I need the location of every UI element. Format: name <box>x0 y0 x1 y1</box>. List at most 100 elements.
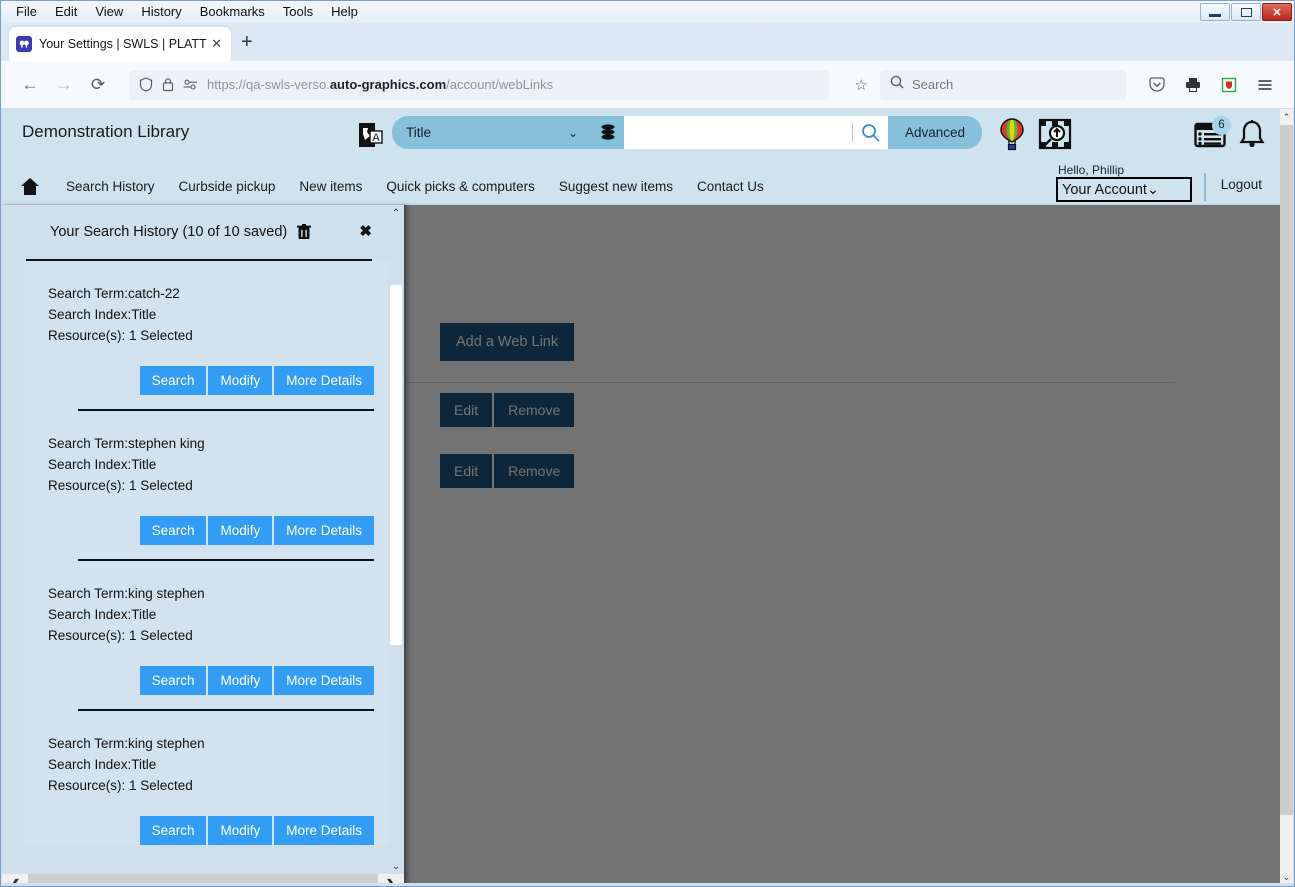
search-history-header: Your Search History (10 of 10 saved) <box>10 205 388 259</box>
scroll-up-icon[interactable]: ⌃ <box>388 205 404 221</box>
menu-history-label: History <box>141 4 182 19</box>
browser-window: File Edit View History Bookmarks Tools H… <box>0 0 1295 887</box>
modify-button[interactable]: Modify <box>208 666 273 695</box>
modify-button[interactable]: Modify <box>208 366 273 395</box>
browser-search-bar[interactable]: Search <box>880 69 1126 100</box>
item-actions: Search Modify More Details <box>48 516 388 545</box>
header-icon-group: 6 <box>992 115 1280 156</box>
sidebar-item-contact-us[interactable]: Contact Us <box>685 179 776 194</box>
minimize-icon <box>1209 13 1221 17</box>
list-icon[interactable]: 6 <box>1188 115 1232 153</box>
page-scroll-thumb[interactable] <box>1280 125 1293 815</box>
database-icon[interactable] <box>592 116 624 149</box>
panel-vertical-scrollbar[interactable]: ⌃ ⌄ <box>388 205 404 874</box>
search-button[interactable]: Search <box>139 366 207 395</box>
search-history-scroll-area: Your Search History (10 of 10 saved) ✖ S… <box>10 205 388 874</box>
list-badge: 6 <box>1212 115 1231 135</box>
url-path: /account/webLinks <box>446 77 554 92</box>
search-index: Search Index:Title <box>48 757 157 772</box>
menu-edit-label: Edit <box>54 4 78 19</box>
ghost-artifact <box>236 23 1294 61</box>
search-term: Search Term:king stephen <box>48 586 205 601</box>
navigation-toolbar: ← → ⟳ https://qa-swls-verso.auto-graphic… <box>1 61 1294 109</box>
extension-icon[interactable] <box>1212 70 1246 100</box>
bookmark-star-icon[interactable]: ☆ <box>849 76 874 94</box>
more-details-button[interactable]: More Details <box>274 516 374 545</box>
scroll-down-icon[interactable]: ⌄ <box>388 858 404 874</box>
page-scroll-up-icon[interactable]: ⌃ <box>1280 109 1293 125</box>
menu-bookmarks[interactable]: Bookmarks <box>191 2 274 22</box>
menu-help[interactable]: Help <box>322 2 367 22</box>
site-nav: Search History Curbside pickup New items… <box>2 163 1280 205</box>
translate-icon[interactable]: A <box>359 122 383 153</box>
forward-button[interactable]: → <box>47 70 81 100</box>
url-text: https://qa-swls-verso.auto-graphics.com/… <box>207 77 553 92</box>
tab-title: Your Settings | SWLS | PLATT | A <box>39 37 209 51</box>
back-button[interactable]: ← <box>13 70 47 100</box>
menu-icon[interactable] <box>1248 70 1282 100</box>
media-search-icon[interactable] <box>1032 117 1078 156</box>
print-icon[interactable] <box>1176 70 1210 100</box>
pocket-icon[interactable] <box>1140 70 1174 100</box>
tab-title-text: Your Settings | SWLS | PLATT | <box>39 37 210 51</box>
window-controls: ✕ <box>1200 3 1292 21</box>
url-bar[interactable]: https://qa-swls-verso.auto-graphics.com/… <box>129 69 829 100</box>
home-icon[interactable] <box>20 177 40 196</box>
notification-bell-icon[interactable] <box>1232 119 1280 154</box>
new-tab-button[interactable]: + <box>241 32 253 52</box>
tab-strip: Your Settings | SWLS | PLATT | A ✕ + <box>1 23 1294 61</box>
list-item: Search Term:king stephen Search Index:Ti… <box>24 711 388 845</box>
search-resources: Resource(s): 1 Selected <box>48 628 193 643</box>
page-body: Your Favorite Web Links Web Link URL Add… <box>2 205 1280 885</box>
minimize-button[interactable] <box>1200 3 1230 21</box>
more-details-button[interactable]: More Details <box>274 816 374 845</box>
modify-button[interactable]: Modify <box>208 816 273 845</box>
search-index: Search Index:Title <box>48 607 157 622</box>
menu-edit[interactable]: Edit <box>46 2 86 22</box>
sidebar-item-quick-picks[interactable]: Quick picks & computers <box>374 179 547 194</box>
advanced-search-button[interactable]: Advanced <box>888 116 983 149</box>
search-index: Search Index:Title <box>48 307 157 322</box>
tab-your-settings[interactable]: Your Settings | SWLS | PLATT | A ✕ <box>9 27 231 61</box>
item-actions: Search Modify More Details <box>48 366 388 395</box>
search-button[interactable]: Search <box>139 816 207 845</box>
logout-link[interactable]: Logout <box>1221 177 1262 192</box>
search-index-select[interactable]: Title ⌄ <box>392 116 592 149</box>
menu-file[interactable]: File <box>7 2 46 22</box>
menu-bar: File Edit View History Bookmarks Tools H… <box>1 2 367 22</box>
permissions-icon[interactable] <box>183 79 198 91</box>
search-button[interactable]: Search <box>139 516 207 545</box>
more-details-button[interactable]: More Details <box>274 666 374 695</box>
sidebar-item-search-history[interactable]: Search History <box>54 179 167 194</box>
your-account-dropdown[interactable]: Your Account ⌄ <box>1056 177 1192 202</box>
reload-button[interactable]: ⟳ <box>81 70 115 100</box>
lock-icon[interactable] <box>162 77 174 92</box>
maximize-button[interactable] <box>1231 3 1261 21</box>
site-search-submit[interactable] <box>852 116 888 149</box>
menu-history[interactable]: History <box>132 2 190 22</box>
more-details-button[interactable]: More Details <box>274 366 374 395</box>
search-term: Search Term:catch-22 <box>48 286 180 301</box>
your-account-label: Your Account <box>1062 181 1147 198</box>
sidebar-item-curbside-pickup[interactable]: Curbside pickup <box>167 179 288 194</box>
search-history-title: Your Search History (10 of 10 saved) <box>50 224 288 240</box>
close-window-button[interactable]: ✕ <box>1262 3 1292 21</box>
search-button[interactable]: Search <box>139 666 207 695</box>
close-panel-icon[interactable]: ✖ <box>359 222 372 240</box>
site-search-input[interactable] <box>624 116 852 149</box>
page-viewport: Demonstration Library A Title ⌄ Advanced… <box>2 109 1280 885</box>
chevron-down-icon: ⌄ <box>567 125 578 140</box>
page-scrollbar[interactable]: ⌃ ⌄ <box>1280 109 1293 885</box>
menu-tools[interactable]: Tools <box>274 2 322 22</box>
account-block: Hello, Phillip Your Account ⌄ <box>1056 163 1192 202</box>
tab-close-icon[interactable]: ✕ <box>209 36 224 52</box>
sidebar-item-new-items[interactable]: New items <box>287 179 374 194</box>
hot-air-balloon-icon[interactable] <box>992 117 1032 156</box>
sidebar-item-suggest-new-items[interactable]: Suggest new items <box>547 179 685 194</box>
scroll-thumb[interactable] <box>390 285 402 645</box>
trash-icon[interactable] <box>297 224 312 240</box>
chevron-down-icon: ⌄ <box>1146 181 1160 198</box>
menu-view[interactable]: View <box>86 2 132 22</box>
modify-button[interactable]: Modify <box>208 516 273 545</box>
shield-icon[interactable] <box>139 77 153 92</box>
